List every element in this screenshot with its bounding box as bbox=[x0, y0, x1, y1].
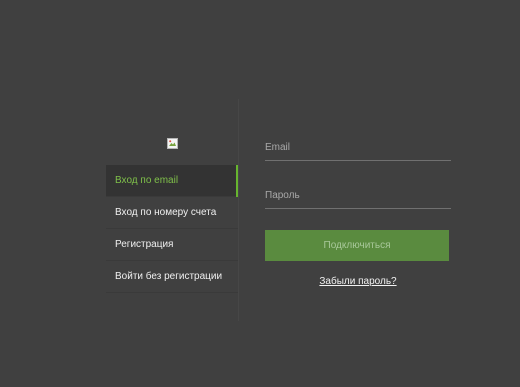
password-field-wrapper bbox=[265, 183, 451, 209]
nav-item-label: Регистрация bbox=[115, 239, 174, 250]
email-field-wrapper bbox=[265, 135, 451, 161]
logo-image-placeholder bbox=[167, 136, 178, 149]
nav-item-guest-login[interactable]: Войти без регистрации bbox=[106, 261, 238, 293]
password-field[interactable] bbox=[265, 183, 451, 207]
broken-image-icon bbox=[167, 138, 178, 149]
nav-item-label: Войти без регистрации bbox=[115, 271, 223, 282]
forgot-password-link[interactable]: Забыли пароль? bbox=[265, 276, 451, 287]
email-field[interactable] bbox=[265, 135, 451, 159]
connect-button[interactable]: Подключиться bbox=[265, 230, 449, 261]
panel-divider bbox=[238, 99, 239, 321]
login-form: Подключиться Забыли пароль? bbox=[265, 135, 451, 287]
nav-item-email-login[interactable]: Вход по email bbox=[106, 165, 239, 197]
login-method-nav: Вход по email Вход по номеру счета Регис… bbox=[106, 165, 239, 293]
nav-item-label: Вход по номеру счета bbox=[115, 207, 217, 218]
nav-item-label: Вход по email bbox=[115, 175, 179, 186]
login-panel: Вход по email Вход по номеру счета Регис… bbox=[106, 99, 239, 321]
nav-item-registration[interactable]: Регистрация bbox=[106, 229, 238, 261]
nav-item-account-number-login[interactable]: Вход по номеру счета bbox=[106, 197, 238, 229]
